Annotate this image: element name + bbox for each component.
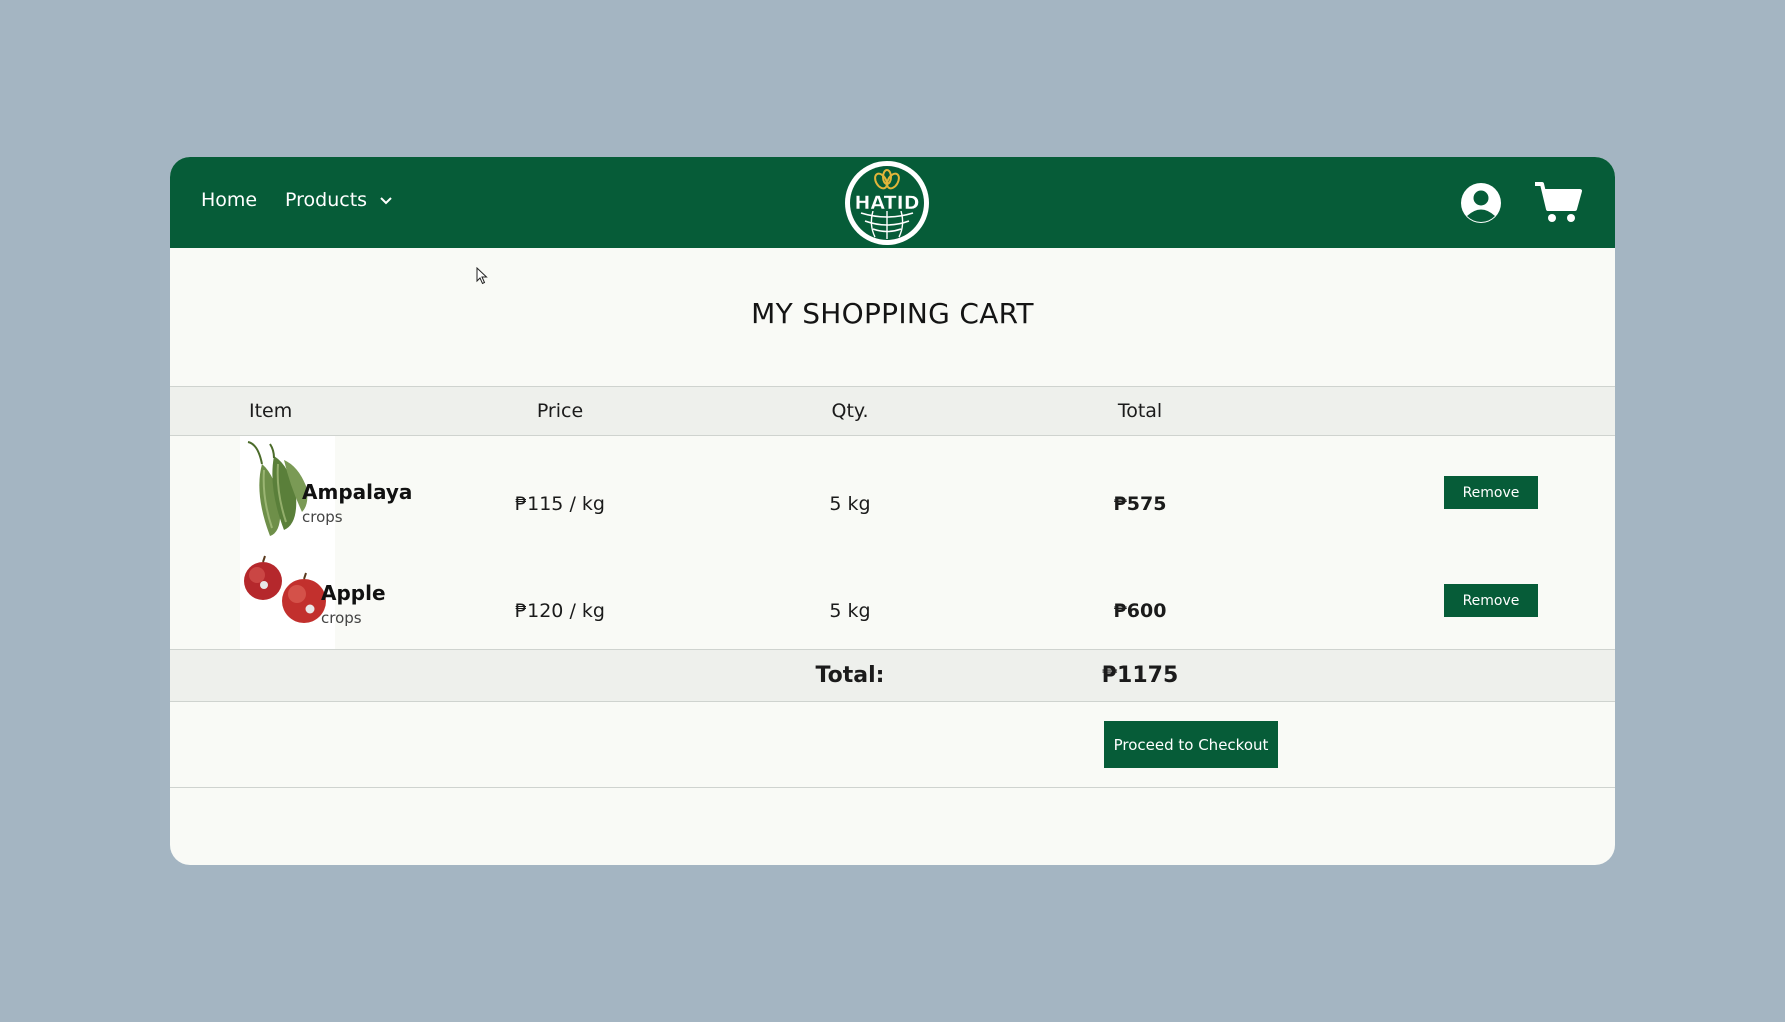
total-value: ₱1175 (1101, 663, 1179, 688)
nav-products-label: Products (285, 189, 368, 211)
product-category: crops (321, 609, 362, 627)
product-category: crops (302, 508, 343, 526)
product-total: ₱575 (1113, 493, 1167, 515)
app-window: Home Products HATID MY SHOPPING CART Ite… (170, 157, 1615, 865)
column-header-qty: Qty. (831, 400, 869, 422)
checkout-area: Proceed to Checkout (170, 701, 1615, 788)
cart-total-bar: Total: ₱1175 (170, 649, 1615, 702)
product-price: ₱120 / kg (515, 600, 605, 622)
proceed-to-checkout-button[interactable]: Proceed to Checkout (1104, 721, 1278, 768)
logo-text: HATID (855, 192, 920, 214)
product-total: ₱600 (1113, 600, 1167, 622)
user-circle-icon[interactable] (1459, 181, 1503, 225)
nav-home-link[interactable]: Home (201, 189, 257, 211)
shopping-cart-icon[interactable] (1533, 179, 1583, 225)
product-qty: 5 kg (829, 600, 871, 622)
navbar: Home Products HATID (170, 157, 1615, 248)
column-header-total: Total (1117, 400, 1163, 422)
page-title: MY SHOPPING CART (751, 297, 1034, 330)
hatid-logo[interactable]: HATID (843, 159, 931, 247)
column-header-price: Price (536, 400, 584, 422)
chevron-down-icon (380, 196, 392, 204)
product-qty: 5 kg (829, 493, 871, 515)
product-name: Ampalaya (302, 480, 413, 504)
mouse-cursor-icon (476, 267, 488, 285)
total-label: Total: (815, 663, 885, 688)
cart-row: Ampalaya crops ₱115 / kg 5 kg ₱575 Remov… (170, 436, 1615, 543)
cart-row: Apple crops ₱120 / kg 5 kg ₱600 Remove (170, 543, 1615, 650)
product-name: Apple (321, 581, 386, 605)
remove-button[interactable]: Remove (1444, 584, 1538, 617)
column-header-item: Item (249, 400, 293, 422)
product-price: ₱115 / kg (515, 493, 605, 515)
remove-button[interactable]: Remove (1444, 476, 1538, 509)
nav-products-dropdown[interactable]: Products (285, 189, 393, 211)
cart-table-header: Item Price Qty. Total (170, 386, 1615, 436)
